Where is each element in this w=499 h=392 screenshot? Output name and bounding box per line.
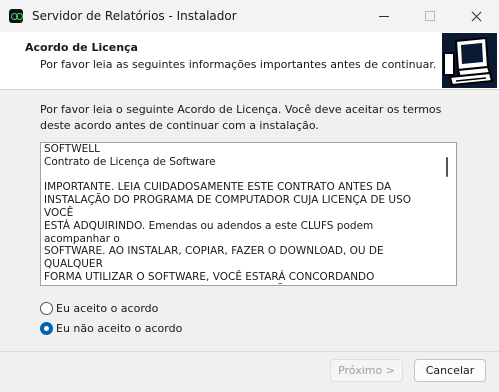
license-line: EXPRESSAMENTE COM OS TERMOS, CASO NÃO ES… <box>44 284 441 285</box>
close-button[interactable] <box>453 0 499 32</box>
maximize-icon <box>425 11 435 21</box>
license-line <box>44 169 441 182</box>
license-line: SOFTWARE. AO INSTALAR, COPIAR, FAZER O D… <box>44 245 387 271</box>
accept-label: Eu aceito o acordo <box>56 301 159 315</box>
license-text: SOFTWELL Contrato de Licença de Software … <box>44 143 441 285</box>
window-title: Servidor de Relatórios - Instalador <box>32 9 237 23</box>
license-instructions: Por favor leia o seguinte Acordo de Lice… <box>40 103 442 132</box>
maximize-button <box>407 0 453 32</box>
accept-agreement-option[interactable]: Eu aceito o acordo <box>40 300 158 316</box>
wizard-header: Acordo de Licença Por favor leia as segu… <box>0 32 499 90</box>
app-logo-icon <box>9 9 23 23</box>
license-line: INSTALAÇÃO DO PROGRAMA DE COMPUTADOR CUJ… <box>44 194 415 219</box>
decline-radio[interactable] <box>40 321 53 335</box>
license-line: IMPORTANTE. LEIA CUIDADOSAMENTE ESTE CON… <box>44 181 392 194</box>
next-button[interactable]: Próximo > <box>330 359 403 382</box>
accept-radio[interactable] <box>40 301 53 315</box>
close-icon <box>471 11 482 22</box>
license-line: ESTÁ ADQUIRINDO. Emendas ou adendos a es… <box>44 219 377 245</box>
installer-computer-icon <box>442 33 497 88</box>
page-title: Acordo de Licença <box>25 41 138 54</box>
license-line: FORMA UTILIZAR O SOFTWARE, VOCÊ ESTARÁ C… <box>44 270 375 283</box>
license-line: Contrato de Licença de Software <box>44 155 216 168</box>
decline-agreement-option[interactable]: Eu não aceito o acordo <box>40 320 182 336</box>
page-subtitle: Por favor leia as seguintes informações … <box>40 58 437 71</box>
scrollbar-thumb[interactable] <box>446 157 448 177</box>
minimize-icon <box>379 15 389 17</box>
license-textbox[interactable]: SOFTWELL Contrato de Licença de Software … <box>40 142 457 286</box>
title-bar: Servidor de Relatórios - Instalador <box>0 0 499 32</box>
minimize-button[interactable] <box>361 0 407 32</box>
license-line: SOFTWELL <box>44 143 100 155</box>
cancel-button[interactable]: Cancelar <box>414 359 486 382</box>
footer-divider <box>0 351 499 352</box>
decline-label: Eu não aceito o acordo <box>56 321 183 335</box>
